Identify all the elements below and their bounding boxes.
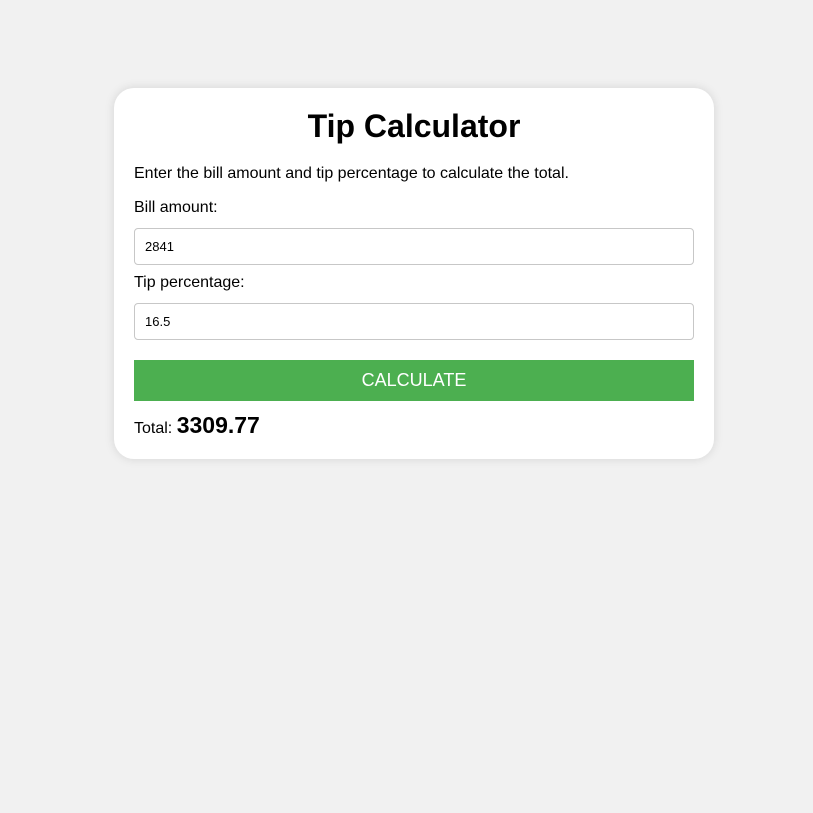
bill-amount-input[interactable]	[134, 228, 694, 265]
calculate-button[interactable]: CALCULATE	[134, 360, 694, 401]
description-text: Enter the bill amount and tip percentage…	[134, 165, 569, 182]
page-title: Tip Calculator	[307, 108, 521, 144]
bill-amount-label: Bill amount:	[134, 199, 218, 216]
total-label: Total:	[134, 420, 173, 437]
total-result: Total: 3309.77	[134, 410, 260, 444]
tip-percentage-input[interactable]	[134, 303, 694, 340]
tip-percentage-label: Tip percentage:	[134, 274, 245, 291]
total-value: 3309.77	[176, 412, 260, 438]
